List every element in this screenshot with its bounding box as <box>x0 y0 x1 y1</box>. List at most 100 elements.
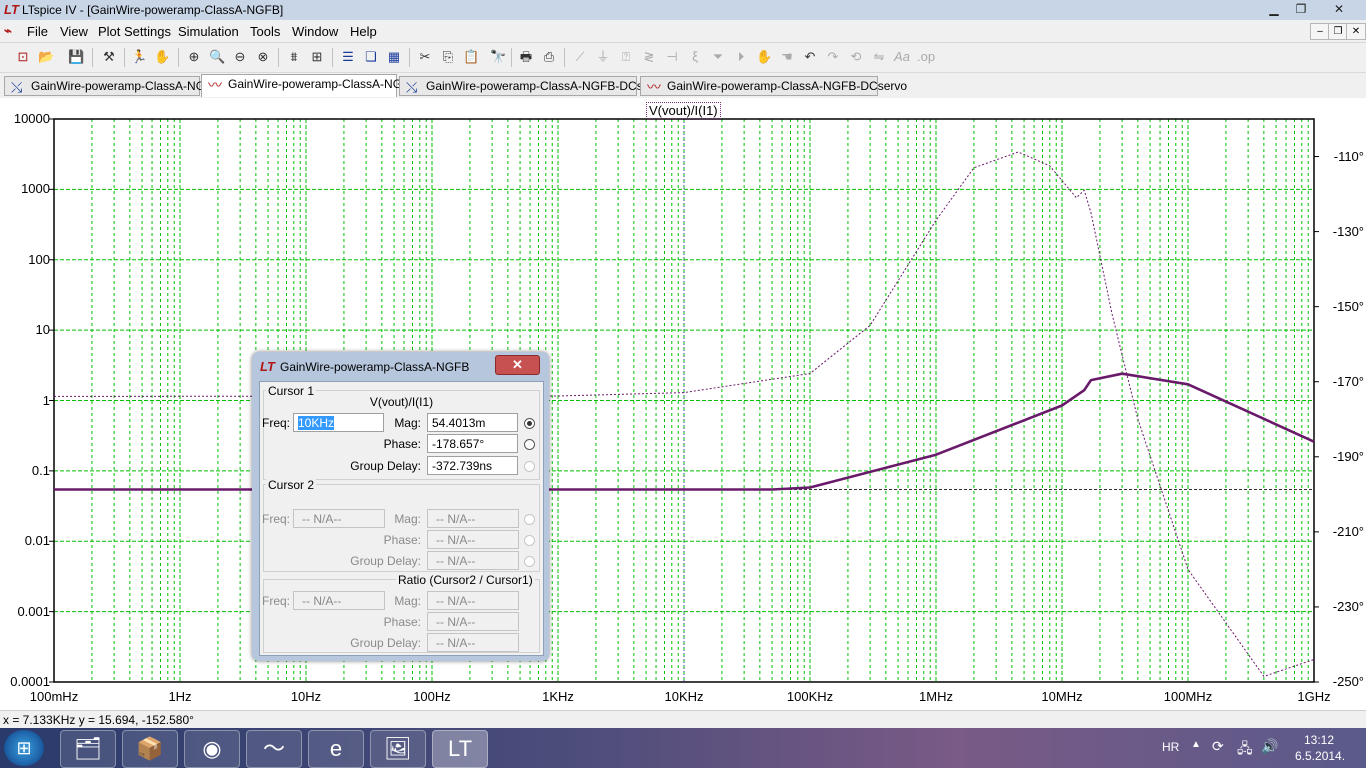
halt-icon[interactable]: ✋ <box>154 49 170 65</box>
antivirus-task-icon[interactable]: ◉ <box>184 730 240 768</box>
zoom-in-icon[interactable]: ⊕ <box>186 49 202 65</box>
ratio-mag-field[interactable]: -- N/A-- <box>427 591 519 610</box>
text-icon[interactable]: Aa <box>894 49 910 65</box>
toolbar-separator <box>92 48 93 67</box>
ground-icon[interactable]: ⏚ <box>595 49 611 65</box>
document-icon[interactable]: ⌁ <box>4 23 12 39</box>
undo-icon[interactable]: ↶ <box>802 49 818 65</box>
cursor1-mag-field[interactable]: 54.4013m <box>427 413 518 432</box>
menu-help[interactable]: Help <box>350 24 377 39</box>
menu-view[interactable]: View <box>60 24 88 39</box>
cut-icon[interactable]: ✂ <box>417 49 433 65</box>
zoom-out-icon[interactable]: ⊖ <box>232 49 248 65</box>
print-icon[interactable]: ⎙ <box>541 49 557 65</box>
volume-tray-icon[interactable]: 🔊 <box>1261 738 1278 755</box>
cursor2-group-delay-label: Group Delay: <box>350 554 421 568</box>
menu-window[interactable]: Window <box>292 24 338 39</box>
show-hidden-icons-icon[interactable]: ▲ <box>1191 739 1201 750</box>
copy-icon[interactable]: ⎘ <box>440 49 456 65</box>
phase-tick-label: -130° <box>1332 223 1364 239</box>
cursor1-mag-radio[interactable] <box>524 418 535 429</box>
browser-task-icon[interactable]: e <box>308 730 364 768</box>
spice-directive-icon[interactable]: .op <box>917 49 935 65</box>
start-button[interactable]: ⊞ <box>4 730 44 766</box>
phase-tick-label: -170° <box>1332 373 1364 389</box>
autorange-icon[interactable]: ⩩ <box>286 49 302 65</box>
picture-viewer-task-icon[interactable]: 🖼 <box>370 730 426 768</box>
network-tray-icon[interactable]: 🖧 <box>1237 738 1253 762</box>
resistor-icon[interactable]: ≷ <box>641 49 657 65</box>
ltspice-icon: LT <box>260 359 275 374</box>
print-preview-icon[interactable]: 🖶 <box>518 49 534 65</box>
cursor1-group-delay-radio[interactable] <box>524 461 535 472</box>
language-indicator[interactable]: HR <box>1162 740 1179 754</box>
minimize-button[interactable]: ▁ <box>1261 1 1287 17</box>
tab-schematic-ngfb[interactable]: ⤯ GainWire-poweramp-ClassA-NGFB <box>4 76 220 96</box>
package-task-icon[interactable]: 📦 <box>122 730 178 768</box>
trace-label[interactable]: V(vout)/I(I1) <box>646 102 721 119</box>
ratio-phase-field[interactable]: -- N/A-- <box>427 612 519 631</box>
drag-icon[interactable]: ☚ <box>779 49 795 65</box>
control-panel-icon[interactable]: ⚒ <box>101 49 117 65</box>
capacitor-icon[interactable]: ⊣ <box>664 49 680 65</box>
cursor2-mag-field[interactable]: -- N/A-- <box>427 509 519 528</box>
plot-canvas[interactable] <box>0 98 1366 710</box>
dialog-close-button[interactable]: ✕ <box>495 355 540 375</box>
mdi-minimize-button[interactable]: – <box>1310 23 1330 40</box>
tab-waveform-dcservo[interactable]: 〰 GainWire-poweramp-ClassA-NGFB-DCservo <box>640 76 907 96</box>
tile-vertical-icon[interactable]: ▦ <box>386 49 402 65</box>
oscilloscope-task-icon[interactable]: 〜 <box>246 730 302 768</box>
menu-plot-settings[interactable]: Plot Settings <box>98 24 171 39</box>
tab-schematic-dcservo[interactable]: ⤯ GainWire-poweramp-ClassA-NGFB-DCservo <box>399 76 666 96</box>
x-tick-label: 100Hz <box>413 689 451 704</box>
open-icon[interactable]: 📂 <box>38 49 54 65</box>
diode-icon[interactable]: ⏷ <box>710 49 726 65</box>
cursor-dialog[interactable]: LT GainWire-poweramp-ClassA-NGFB ✕ Curso… <box>252 352 549 661</box>
cursor2-group-delay-radio[interactable] <box>524 556 535 567</box>
cursor2-phase-radio[interactable] <box>524 535 535 546</box>
cascade-icon[interactable]: ❏ <box>363 49 379 65</box>
save-icon[interactable]: 💾 <box>68 49 84 65</box>
component-icon[interactable]: ⏵ <box>733 49 749 65</box>
cursor2-mag-radio[interactable] <box>524 514 535 525</box>
new-schematic-icon[interactable]: ⊡ <box>15 49 31 65</box>
mirror-icon[interactable]: ⇋ <box>871 49 887 65</box>
clock-time[interactable]: 13:12 <box>1304 733 1334 747</box>
cursor1-phase-field[interactable]: -178.657° <box>427 434 518 453</box>
label-net-icon[interactable]: ⍰ <box>618 49 634 65</box>
tab-label: GainWire-poweramp-ClassA-NGFB <box>31 79 221 93</box>
move-icon[interactable]: ✋ <box>756 49 772 65</box>
wire-icon[interactable]: ⟋ <box>572 49 588 65</box>
cursor2-phase-field[interactable]: -- N/A-- <box>427 530 519 549</box>
mdi-close-button[interactable]: ✕ <box>1346 23 1366 40</box>
paste-icon[interactable]: 📋 <box>463 49 479 65</box>
pan-icon[interactable]: 🔍 <box>209 49 225 65</box>
find-icon[interactable]: 🔭 <box>490 49 506 65</box>
y-tick-label: 0.0001 <box>10 674 50 689</box>
clock-date[interactable]: 6.5.2014. <box>1295 749 1345 763</box>
menu-file[interactable]: File <box>27 24 48 39</box>
cursor1-phase-radio[interactable] <box>524 439 535 450</box>
cursor1-mag-label: Mag: <box>394 416 421 430</box>
cursor2-group-delay-field[interactable]: -- N/A-- <box>427 551 519 570</box>
menu-tools[interactable]: Tools <box>250 24 280 39</box>
run-icon[interactable]: 🏃 <box>131 49 147 65</box>
rotate-icon[interactable]: ⟲ <box>848 49 864 65</box>
tab-waveform-ngfb[interactable]: 〰 GainWire-poweramp-ClassA-NGFB <box>201 74 417 97</box>
inductor-icon[interactable]: ξ <box>687 49 703 65</box>
mdi-restore-button[interactable]: ❐ <box>1328 23 1348 40</box>
x-tick-label: 1GHz <box>1297 689 1331 704</box>
zoom-fit-icon[interactable]: ⊗ <box>255 49 271 65</box>
redo-icon[interactable]: ↷ <box>825 49 841 65</box>
menu-simulation[interactable]: Simulation <box>178 24 239 39</box>
explorer-task-icon[interactable]: 🗂 <box>60 730 116 768</box>
ratio-group-delay-field[interactable]: -- N/A-- <box>427 633 519 652</box>
grid-icon[interactable]: ⊞ <box>309 49 325 65</box>
cursor1-group-delay-field[interactable]: -372.739ns <box>427 456 518 475</box>
waveform-plot[interactable]: V(vout)/I(I1) 10000 1000 100 10 1 0.1 0.01 0.00… <box>0 98 1366 710</box>
close-button[interactable]: ✕ <box>1316 1 1362 17</box>
tile-horizontal-icon[interactable]: ☰ <box>340 49 356 65</box>
ltspice-task-icon[interactable]: LT <box>432 730 488 768</box>
maximize-button[interactable]: ❐ <box>1288 1 1314 17</box>
sync-tray-icon[interactable]: ⟳ <box>1212 738 1224 755</box>
